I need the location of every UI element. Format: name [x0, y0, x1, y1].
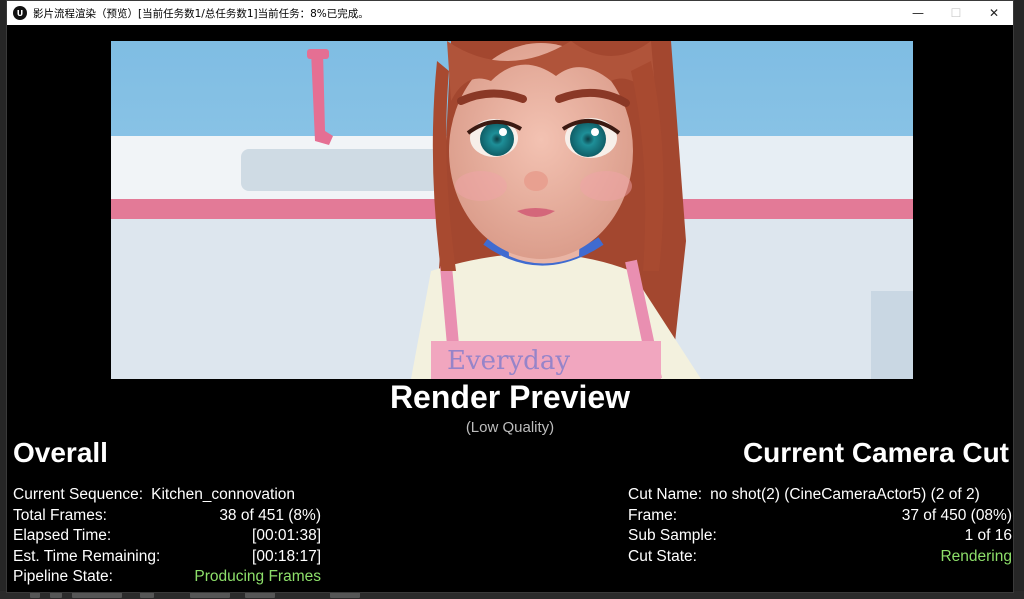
- window-title: 影片流程渲染（预览）[当前任务数1/总任务数1]当前任务：8%已完成。: [33, 7, 369, 20]
- frame-label: Frame:: [628, 506, 678, 524]
- overall-heading: Overall: [13, 437, 108, 468]
- camera-cut-stats: Cut Name: no shot(2) (CineCameraActor5) (…: [628, 485, 1012, 567]
- time-remaining-row: Est. Time Remaining: [00:18:17]: [13, 547, 321, 568]
- pipeline-state-value: Producing Frames: [194, 568, 321, 585]
- total-frames-label: Total Frames:: [13, 506, 107, 524]
- close-button[interactable]: ✕: [975, 1, 1013, 25]
- cut-name-label: Cut Name:: [628, 486, 703, 503]
- frame-row: Frame: 37 of 450 (08%): [628, 506, 1012, 527]
- total-frames-value: 38 of 451 (8%): [219, 506, 321, 524]
- pipeline-state-row: Pipeline State: Producing Frames: [13, 567, 321, 588]
- current-sequence-value: Kitchen_connovation: [151, 486, 296, 503]
- background-editor-right-strip: [1014, 0, 1024, 599]
- cut-name-value: no shot(2) (CineCameraActor5) (2 of 2): [710, 486, 980, 503]
- render-quality-subtitle: (Low Quality): [465, 419, 555, 436]
- cut-name-row: Cut Name: no shot(2) (CineCameraActor5) (…: [628, 485, 1012, 506]
- time-remaining-value: [00:18:17]: [252, 547, 321, 565]
- pipeline-state-label: Pipeline State:: [13, 568, 113, 585]
- render-preview-title: Render Preview: [389, 379, 631, 415]
- cut-state-value: Rendering: [940, 547, 1012, 565]
- title-bar[interactable]: U 影片流程渲染（预览）[当前任务数1/总任务数1]当前任务：8%已完成。 — …: [7, 1, 1013, 25]
- unreal-logo-icon: U: [13, 6, 27, 20]
- cut-state-label: Cut State:: [628, 547, 697, 565]
- elapsed-time-label: Elapsed Time:: [13, 527, 112, 544]
- elapsed-time-value: [00:01:38]: [252, 527, 321, 544]
- sub-sample-label: Sub Sample:: [628, 527, 717, 544]
- current-sequence-row: Current Sequence: Kitchen_connovation: [13, 485, 321, 506]
- maximize-button[interactable]: ☐: [937, 1, 975, 25]
- camera-cut-heading: Current Camera Cut: [742, 437, 1009, 468]
- render-preview-window: U 影片流程渲染（预览）[当前任务数1/总任务数1]当前任务：8%已完成。 — …: [6, 0, 1014, 593]
- window-controls: — ☐ ✕: [899, 1, 1013, 25]
- cut-state-row: Cut State: Rendering: [628, 547, 1012, 568]
- total-frames-row: Total Frames: 38 of 451 (8%): [13, 506, 321, 527]
- minimize-button[interactable]: —: [899, 1, 937, 25]
- current-sequence-label: Current Sequence:: [13, 486, 144, 503]
- render-preview-image: Everyday: [111, 41, 913, 379]
- elapsed-time-row: Elapsed Time: [00:01:38]: [13, 526, 321, 547]
- svg-text:Everyday: Everyday: [447, 346, 570, 376]
- sub-sample-row: Sub Sample: 1 of 16: [628, 526, 1012, 547]
- frame-value: 37 of 450 (08%): [901, 506, 1012, 524]
- overall-stats: Current Sequence: Kitchen_connovation Tot…: [13, 485, 321, 588]
- time-remaining-label: Est. Time Remaining:: [13, 547, 161, 565]
- sub-sample-value: 1 of 16: [964, 527, 1012, 544]
